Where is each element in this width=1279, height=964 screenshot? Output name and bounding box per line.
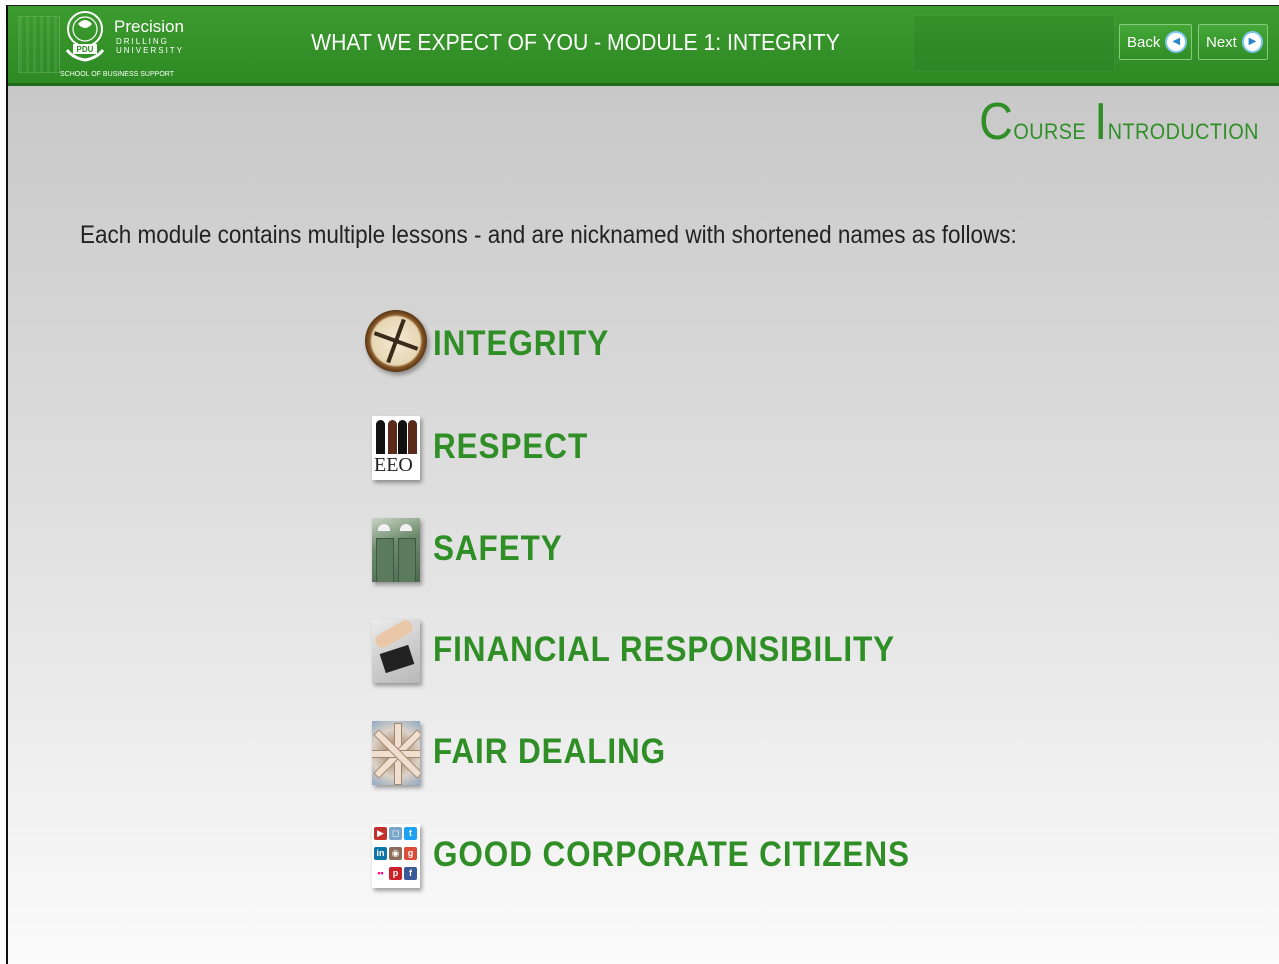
eeo-icon: EEO [363, 411, 429, 483]
section-title: Course Introduction [979, 92, 1259, 152]
building-graphic [18, 16, 60, 73]
university-seal-icon: PDU [65, 11, 105, 62]
logo-school: SCHOOL OF BUSINESS SUPPORT [60, 71, 174, 78]
seal-text: PDU [77, 45, 94, 54]
precision-drilling-logo: PDU Precision DRILLING UNIVERSITY SCHOOL… [18, 8, 185, 80]
lesson-label: GOOD CORPORATE CITIZENS [433, 835, 910, 874]
logo-drilling: DRILLING [116, 37, 169, 46]
module-title: WHAT WE EXPECT OF YOU - MODULE 1: INTEGR… [311, 29, 840, 55]
lesson-integrity: INTEGRITY [363, 308, 629, 380]
joined-hands-icon [363, 716, 429, 788]
lesson-label: SAFETY [433, 529, 563, 568]
lesson-financial-responsibility: FINANCIAL RESPONSIBILITY [363, 614, 946, 686]
safety-workers-icon [363, 513, 429, 585]
intro-text: Each module contains multiple lessons - … [80, 221, 1017, 249]
next-arrow-icon: ▶ [1241, 31, 1263, 53]
section-title-rest-1: ourse [1013, 111, 1087, 146]
course-window: PDU Precision DRILLING UNIVERSITY SCHOOL… [6, 5, 1279, 964]
lesson-label: FINANCIAL RESPONSIBILITY [433, 630, 896, 669]
lesson-respect: EEO RESPECT [363, 411, 605, 483]
next-label: Next [1206, 33, 1237, 51]
section-title-rest-2: ntroduction [1107, 111, 1259, 146]
calculator-icon [363, 614, 429, 686]
compass-icon [363, 308, 429, 380]
logo-name: Precision [114, 17, 184, 36]
back-button[interactable]: Back ◀ [1119, 24, 1192, 60]
back-arrow-icon: ◀ [1165, 31, 1187, 53]
header-bar: PDU Precision DRILLING UNIVERSITY SCHOOL… [8, 6, 1279, 86]
lesson-safety: SAFETY [363, 513, 577, 585]
back-label: Back [1127, 33, 1161, 51]
logo-university: UNIVERSITY [116, 46, 185, 55]
lesson-good-corporate-citizens: ▶ ◻ t in ◉ g •• p f GOOD CORPORATE CITIZ… [363, 819, 963, 891]
next-button[interactable]: Next ▶ [1198, 24, 1268, 60]
lesson-label: INTEGRITY [433, 324, 610, 363]
section-title-initial-2: I [1094, 93, 1108, 151]
social-media-icon: ▶ ◻ t in ◉ g •• p f [363, 819, 429, 891]
lesson-label: FAIR DEALING [433, 732, 667, 771]
title-panel [913, 15, 1115, 71]
slide-content: Course Introduction Each module contains… [8, 86, 1279, 964]
section-title-initial-1: C [979, 93, 1014, 151]
lesson-label: RESPECT [433, 427, 589, 466]
lesson-fair-dealing: FAIR DEALING [363, 716, 692, 788]
eeo-text: EEO [374, 454, 413, 476]
